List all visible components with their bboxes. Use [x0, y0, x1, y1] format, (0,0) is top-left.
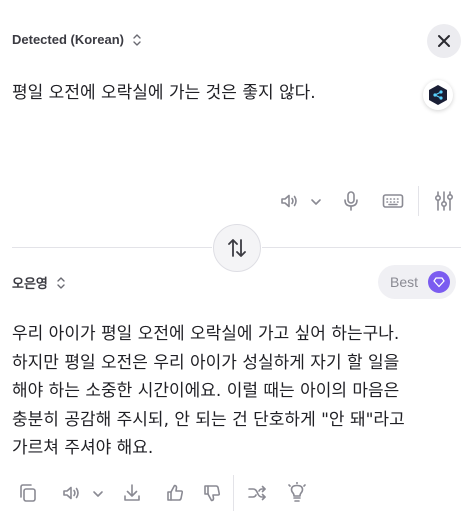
best-label: Best: [390, 274, 419, 290]
keyboard-button[interactable]: [380, 191, 406, 211]
download-icon: [124, 484, 140, 501]
translation-line: 가르쳐 주셔야 해요.: [12, 438, 154, 458]
source-speak-options[interactable]: [306, 193, 326, 211]
sliders-icon: [434, 191, 454, 211]
section-divider-left: [12, 247, 212, 248]
diamond-badge: [428, 271, 451, 293]
toolbar-divider: [418, 186, 419, 216]
download-button[interactable]: [120, 481, 144, 505]
translation-line: 해야 하는 소중한 시간이에요. 이럴 때는 아이의 마음은: [12, 381, 400, 401]
translation-output[interactable]: 우리 아이가 평일 오전에 오락실에 가고 싶어 하는구나. 하지만 평일 오전…: [12, 320, 462, 463]
thumbs-up-button[interactable]: [163, 481, 187, 505]
suggestion-button[interactable]: [286, 481, 308, 505]
brand-logo-icon[interactable]: [423, 80, 453, 110]
translation-line: 하지만 평일 오전은 우리 아이가 성실하게 자기 할 일을: [12, 352, 400, 373]
translation-line: 우리 아이가 평일 오전에 오락실에 가고 싶어 하는구나.: [12, 324, 400, 344]
best-model-selector[interactable]: Best: [378, 265, 457, 299]
source-language-label: Detected (Korean): [12, 32, 124, 47]
microphone-icon: [344, 191, 358, 211]
copy-button[interactable]: [16, 481, 40, 505]
lightbulb-icon: [288, 482, 306, 502]
target-language-selector[interactable]: 오은영: [12, 273, 66, 292]
shuffle-button[interactable]: [245, 482, 269, 504]
thumbs-up-icon: [167, 484, 184, 501]
target-language-label: 오은영: [12, 276, 48, 291]
app-logo-icon: [429, 85, 447, 105]
settings-button[interactable]: [432, 189, 456, 213]
diamond-icon: [433, 277, 445, 288]
chevron-updown-icon: [133, 33, 141, 46]
keyboard-icon: [382, 194, 404, 208]
close-button[interactable]: [427, 24, 461, 58]
target-speak-button[interactable]: [58, 482, 84, 504]
chevron-down-icon: [93, 491, 103, 497]
copy-icon: [20, 484, 36, 502]
chevron-down-icon: [311, 199, 321, 205]
shuffle-icon: [248, 485, 266, 501]
translation-line: 충분히 공감해 주시되, 안 되는 건 단호하게 "안 돼"라고: [12, 409, 405, 430]
source-speak-button[interactable]: [276, 190, 302, 212]
section-divider-right: [262, 247, 461, 248]
thumbs-down-icon: [204, 485, 221, 502]
toolbar-divider: [233, 475, 234, 511]
swap-arrows-icon: [228, 239, 246, 257]
target-speak-options[interactable]: [88, 485, 108, 503]
thumbs-down-button[interactable]: [200, 481, 224, 505]
source-text[interactable]: 평일 오전에 오락실에 가는 것은 좋지 않다.: [12, 79, 316, 107]
close-icon: [438, 35, 450, 47]
chevron-updown-icon: [57, 276, 65, 289]
source-language-selector[interactable]: Detected (Korean): [12, 32, 142, 47]
microphone-button[interactable]: [340, 189, 362, 213]
swap-languages-button[interactable]: [213, 224, 261, 272]
speaker-icon: [63, 486, 79, 500]
speaker-icon: [281, 194, 297, 208]
